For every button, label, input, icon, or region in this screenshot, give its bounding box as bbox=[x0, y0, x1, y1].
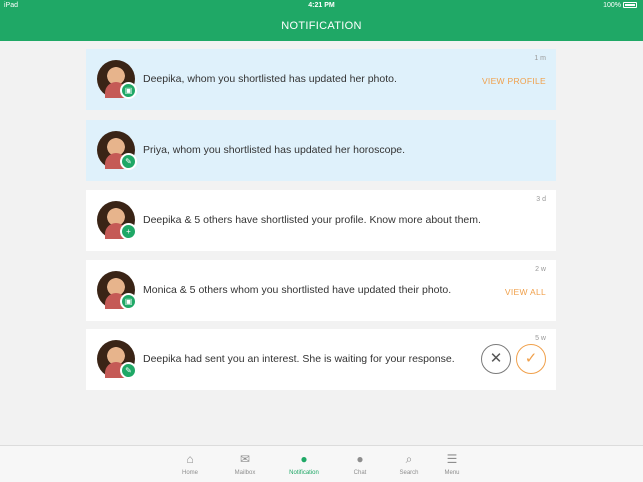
photo-icon: ▣ bbox=[120, 293, 137, 310]
notification-item[interactable]: ✎ Priya, whom you shortlisted has update… bbox=[86, 120, 556, 181]
notification-text: Priya, whom you shortlisted has updated … bbox=[143, 144, 406, 156]
notification-time: 2 w bbox=[535, 266, 546, 273]
notification-text: Deepika had sent you an interest. She is… bbox=[143, 353, 455, 365]
battery-label: 100% bbox=[603, 2, 621, 9]
view-all-link[interactable]: VIEW ALL bbox=[505, 287, 546, 297]
battery-status: 100% bbox=[603, 2, 637, 9]
close-icon: ✕ bbox=[489, 350, 503, 367]
check-icon: ✓ bbox=[524, 350, 538, 367]
tab-mailbox[interactable]: ✉ Mailbox bbox=[220, 451, 270, 476]
photo-icon: ▣ bbox=[120, 82, 137, 99]
chat-icon: ● bbox=[356, 452, 364, 466]
decline-button[interactable]: ✕ bbox=[481, 344, 511, 374]
notification-text: Monica & 5 others whom you shortlisted h… bbox=[143, 284, 452, 296]
menu-icon: ☰ bbox=[446, 452, 458, 466]
mail-icon: ✉ bbox=[239, 452, 251, 466]
status-bar: iPad 4:21 PM 100% bbox=[0, 0, 643, 13]
battery-icon bbox=[623, 2, 637, 9]
tab-label: Chat bbox=[353, 470, 367, 476]
tab-menu[interactable]: ☰ Menu bbox=[427, 451, 477, 476]
horoscope-icon: ✎ bbox=[120, 153, 137, 170]
interest-icon: ✎ bbox=[120, 362, 137, 379]
notification-text: Deepika & 5 others have shortlisted your… bbox=[143, 214, 481, 226]
clock: 4:21 PM bbox=[308, 2, 335, 9]
page-title: NOTIFICATION bbox=[281, 20, 362, 32]
notification-item[interactable]: ▣ Monica & 5 others whom you shortlisted… bbox=[86, 260, 556, 321]
bell-icon: ● bbox=[300, 452, 308, 466]
accept-button[interactable]: ✓ bbox=[516, 344, 546, 374]
view-profile-link[interactable]: VIEW PROFILE bbox=[482, 76, 546, 86]
tab-label: Home bbox=[181, 470, 198, 476]
tab-notification[interactable]: ● Notification bbox=[279, 451, 329, 476]
notification-time: 3 d bbox=[536, 196, 546, 203]
notification-item[interactable]: ▣ Deepika, whom you shortlisted has upda… bbox=[86, 49, 556, 110]
tab-bar: ⌂ Home ✉ Mailbox ● Notification ● Chat ⌕… bbox=[0, 445, 643, 482]
add-user-icon: + bbox=[120, 223, 137, 240]
notification-time: 1 m bbox=[534, 55, 546, 62]
app-header: iPad 4:21 PM 100% NOTIFICATION bbox=[0, 0, 643, 41]
home-icon: ⌂ bbox=[186, 452, 194, 466]
notification-item[interactable]: ✎ Deepika had sent you an interest. She … bbox=[86, 329, 556, 390]
notification-time: 5 w bbox=[535, 335, 546, 342]
notification-item[interactable]: + Deepika & 5 others have shortlisted yo… bbox=[86, 190, 556, 251]
tab-label: Menu bbox=[444, 470, 460, 476]
tab-home[interactable]: ⌂ Home bbox=[165, 451, 215, 476]
tab-label: Mailbox bbox=[234, 470, 256, 476]
tab-chat[interactable]: ● Chat bbox=[335, 451, 385, 476]
tab-label: Notification bbox=[289, 470, 319, 476]
notification-text: Deepika, whom you shortlisted has update… bbox=[143, 73, 397, 85]
